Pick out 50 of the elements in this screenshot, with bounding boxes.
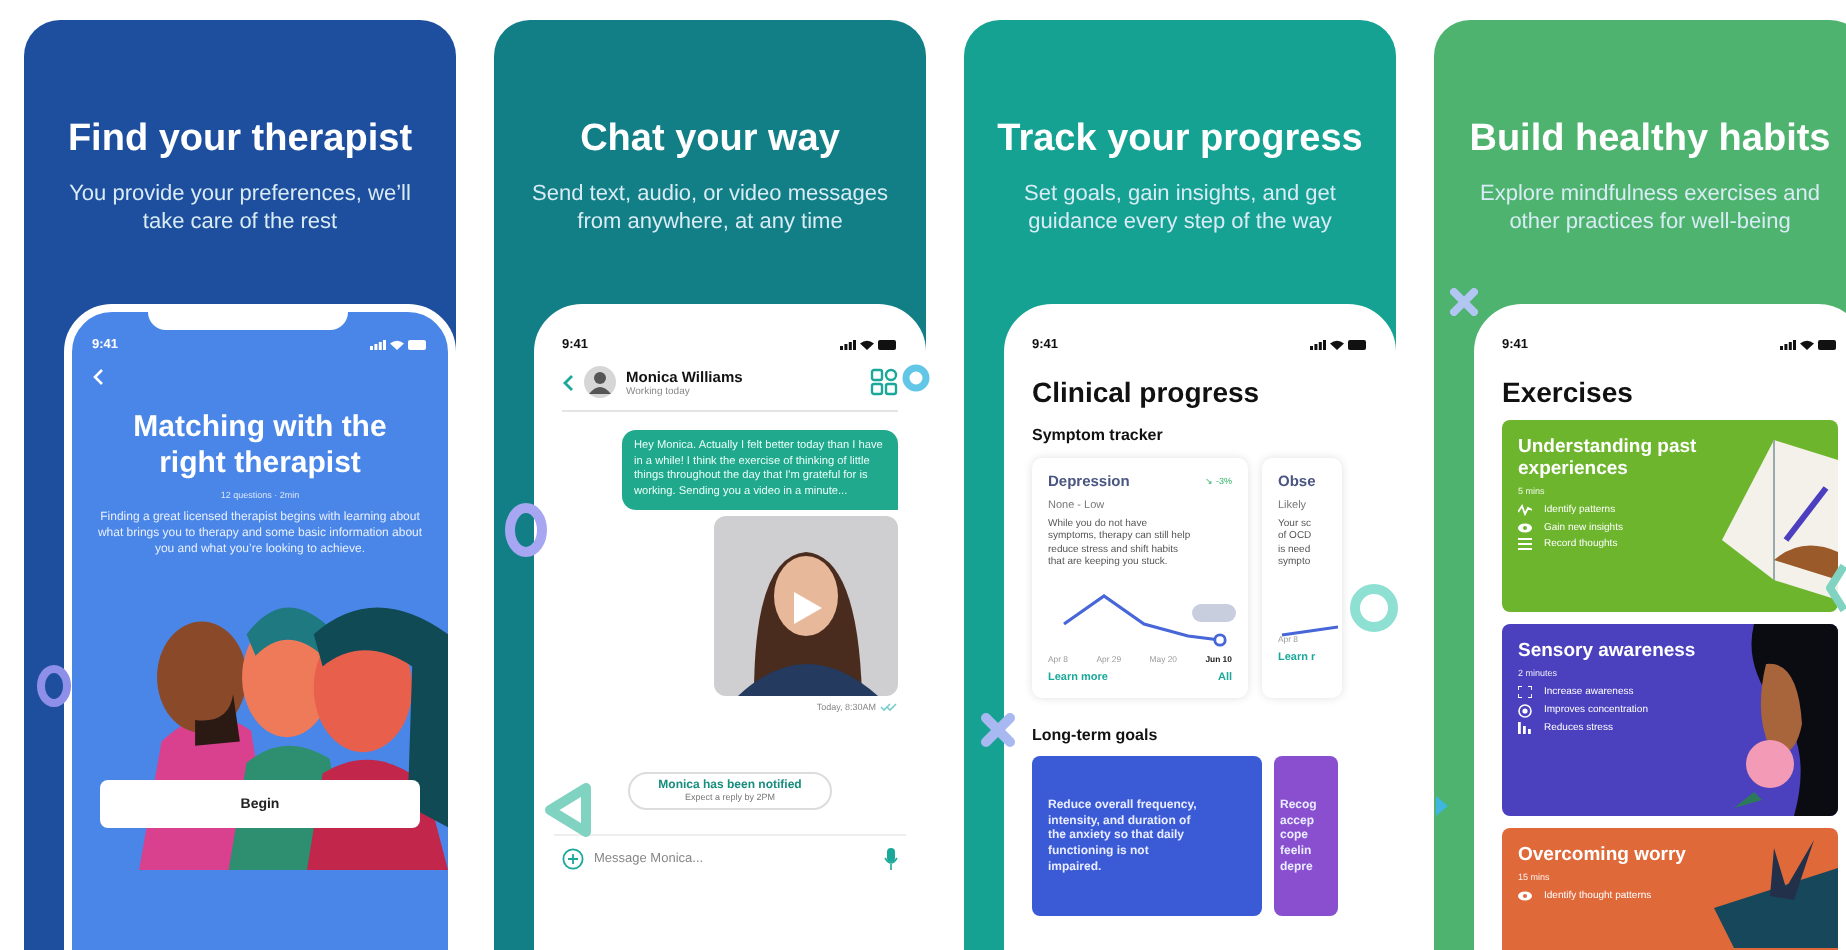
exercise-title: Overcoming worry [1518,844,1688,866]
pulse-icon [1518,504,1532,516]
ring-shape [502,500,550,560]
cross-shape [980,712,1016,748]
trend-line-drawing [1278,624,1338,639]
battery-icon [1348,340,1368,350]
wifi-icon [1800,340,1814,350]
ring-shape [36,664,72,708]
cross-shape [1450,288,1478,316]
panel-subtitle: You provide your preferences, we’ll take care of the rest [67,180,413,236]
wifi-icon [860,340,874,350]
eye-icon [1518,890,1532,902]
exercise-title: Sensory awareness [1518,640,1698,662]
screen-heading: Exercises [1502,376,1635,408]
wifi-icon [390,340,404,350]
frame-icon [1518,686,1532,698]
screen-heading: Matching with the right therapist [131,410,389,482]
panel-title: Build healthy habits [1469,118,1831,162]
battery-icon [1818,340,1838,350]
avatar-icon [584,366,616,398]
ring-shape [902,364,930,392]
exercise-title: Understanding past experiences [1518,436,1699,480]
section-heading: Symptom tracker [1032,426,1165,444]
target-icon [1518,703,1532,717]
bar-chart-icon [1518,722,1532,734]
triangle-shape [1434,790,1452,822]
panel-subtitle: Send text, audio, or video messages from anywhere, at any time [530,180,890,236]
signal-icon [1310,340,1326,350]
panel-subtitle: Set goals, gain insights, and get guidance every step of the way [1022,180,1338,236]
signal-icon [1780,340,1796,350]
panel-title: Track your progress [997,118,1363,162]
battery-icon [408,340,428,350]
list-icon [1518,538,1532,550]
section-heading: Long-term goals [1032,726,1160,745]
panel-subtitle: Explore mindfulness exercises and other practices for well-being [1478,180,1822,236]
screen-heading: Clinical progress [1032,376,1262,408]
battery-icon [878,340,898,350]
microphone-icon[interactable] [884,848,898,871]
triangle-shape [542,780,594,840]
eye-icon [1518,521,1532,533]
grid-icon[interactable] [870,368,898,396]
ring-shape [1348,582,1400,634]
back-chevron-icon[interactable] [562,373,574,391]
double-check-icon [880,702,898,713]
wifi-icon [1330,340,1344,350]
panel-title: Chat your way [580,118,840,162]
panel-title: Find your therapist [67,118,413,162]
add-icon[interactable] [562,848,584,871]
signal-icon [840,340,856,350]
signal-icon [370,340,386,350]
